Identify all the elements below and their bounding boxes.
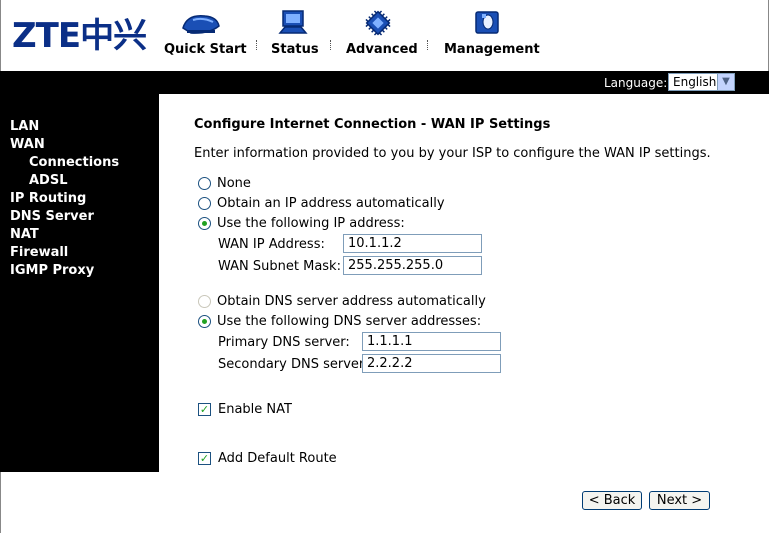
radio-label: None: [217, 176, 251, 191]
management-icon: [475, 11, 499, 34]
wan-ip-label: WAN IP Address:: [218, 237, 325, 252]
sidebar-item-dns-server[interactable]: DNS Server: [10, 209, 94, 224]
zte-logo: ZTE中兴: [12, 16, 147, 56]
radio-label: Use the following DNS server addresses:: [217, 314, 482, 329]
language-select[interactable]: English ▼: [668, 73, 735, 91]
radio-selected-dot: [202, 221, 207, 226]
nav-label: Status: [271, 42, 319, 57]
language-bar: Language: English ▼: [0, 71, 769, 94]
page-description: Enter information provided to you by you…: [194, 146, 711, 161]
radio-label: Obtain an IP address automatically: [217, 196, 445, 211]
wan-mask-label: WAN Subnet Mask:: [218, 259, 341, 274]
sidebar: LAN WAN Connections ADSL IP Routing DNS …: [0, 94, 159, 472]
radio-button[interactable]: [198, 177, 211, 190]
wan-ip-input[interactable]: [343, 234, 482, 253]
primary-dns-input[interactable]: [362, 332, 501, 351]
nav-quick-start[interactable]: Quick Start: [164, 8, 247, 57]
page-title: Configure Internet Connection - WAN IP S…: [194, 117, 551, 132]
radio-button[interactable]: [198, 295, 211, 308]
sidebar-item-adsl[interactable]: ADSL: [29, 173, 68, 188]
sidebar-item-connections[interactable]: Connections: [29, 155, 119, 170]
radio-button[interactable]: [198, 217, 211, 230]
nav-label: Quick Start: [164, 42, 247, 57]
radio-label: Use the following IP address:: [217, 216, 405, 231]
enable-nat-checkbox[interactable]: ✓: [198, 403, 211, 416]
secondary-dns-label: Secondary DNS server:: [218, 357, 369, 372]
nav-label: Management: [444, 42, 540, 57]
quick-start-icon: [182, 15, 220, 34]
radio-selected-dot: [202, 319, 207, 324]
sidebar-item-nat[interactable]: NAT: [10, 227, 39, 242]
next-button[interactable]: Next >: [649, 491, 710, 510]
language-value: English: [673, 75, 717, 89]
sidebar-item-igmp-proxy[interactable]: IGMP Proxy: [10, 263, 94, 278]
back-button[interactable]: < Back: [582, 491, 642, 510]
wan-mask-input[interactable]: [343, 256, 482, 275]
sidebar-item-ip-routing[interactable]: IP Routing: [10, 191, 86, 206]
primary-dns-label: Primary DNS server:: [218, 335, 350, 350]
nav-status[interactable]: Status: [271, 8, 319, 57]
nav-management[interactable]: Management: [444, 8, 540, 57]
nav-separator: [427, 40, 429, 50]
sidebar-item-wan[interactable]: WAN: [10, 137, 45, 152]
language-label: Language:: [604, 76, 668, 90]
nav-separator: [330, 40, 332, 50]
chevron-down-icon[interactable]: ▼: [717, 74, 734, 90]
radio-button[interactable]: [198, 197, 211, 210]
sidebar-item-firewall[interactable]: Firewall: [10, 245, 68, 260]
advanced-icon: [365, 10, 391, 36]
secondary-dns-input[interactable]: [362, 354, 501, 373]
sidebar-item-lan[interactable]: LAN: [10, 119, 39, 134]
frame-border: [0, 472, 1, 533]
checkbox-label: Add Default Route: [218, 451, 337, 466]
nav-advanced[interactable]: Advanced: [346, 8, 418, 57]
default-route-checkbox[interactable]: ✓: [198, 452, 211, 465]
nav-label: Advanced: [346, 42, 418, 57]
checkbox-label: Enable NAT: [218, 402, 292, 417]
radio-label: Obtain DNS server address automatically: [217, 294, 486, 309]
header: ZTE中兴 Quick Start Status Advanced Manage…: [0, 0, 769, 71]
status-icon: [278, 10, 308, 34]
radio-button[interactable]: [198, 315, 211, 328]
nav-separator: [256, 40, 258, 50]
